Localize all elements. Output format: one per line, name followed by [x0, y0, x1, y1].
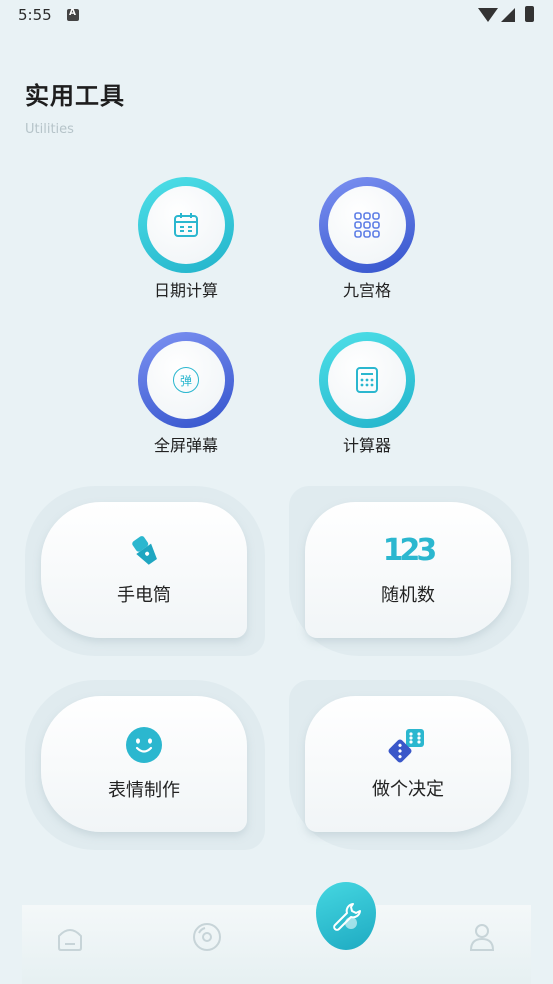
- tool-label: 全屏弹幕: [153, 436, 218, 455]
- tool-ring: [319, 332, 415, 428]
- tool-label: 日期计算: [153, 281, 218, 300]
- battery-icon: [525, 6, 534, 22]
- status-time: 5:55: [18, 6, 52, 24]
- tool-label: 九宫格: [342, 281, 391, 300]
- card-body: 手电筒: [41, 502, 247, 638]
- nav-disc[interactable]: [187, 917, 227, 957]
- tool-danmaku[interactable]: 弹 全屏弹幕: [126, 332, 246, 456]
- notification-icon: [67, 8, 79, 21]
- grid-icon: [354, 212, 380, 238]
- page-subtitle: Utilities: [25, 122, 74, 137]
- screen: 5:55 实用工具 Utilities 日期计算: [0, 0, 553, 984]
- flashlight-icon: [132, 536, 157, 565]
- tool-ring-inner: [328, 341, 406, 419]
- card-emoji-maker[interactable]: 表情制作: [25, 680, 265, 850]
- nav-profile[interactable]: [462, 917, 502, 957]
- card-flashlight[interactable]: 手电筒: [25, 486, 265, 656]
- card-label: 表情制作: [108, 780, 180, 801]
- tools-icon: [333, 903, 361, 931]
- tool-ring: [138, 177, 234, 273]
- tool-date-calc[interactable]: 日期计算: [126, 177, 246, 301]
- tool-calculator[interactable]: 计算器: [307, 332, 427, 456]
- card-body: 123 随机数: [305, 502, 511, 638]
- calculator-icon: [356, 367, 378, 393]
- dice-icon: [388, 729, 424, 763]
- tool-ring-inner: [328, 186, 406, 264]
- smiley-icon: [126, 727, 162, 763]
- danmaku-icon: 弹: [173, 367, 199, 393]
- page-title: 实用工具: [25, 82, 125, 110]
- wifi-icon: [478, 8, 498, 22]
- numbers-icon: 123: [382, 533, 438, 568]
- home-icon: [58, 929, 82, 951]
- tool-label: 计算器: [342, 436, 391, 455]
- card-body: 表情制作: [41, 696, 247, 832]
- status-bar: 5:55: [0, 0, 553, 32]
- tool-ring-inner: 弹: [147, 341, 225, 419]
- danmaku-icon-text: 弹: [179, 373, 192, 388]
- nav-home[interactable]: [50, 917, 90, 957]
- tool-ring: [319, 177, 415, 273]
- card-decision[interactable]: 做个决定: [289, 680, 529, 850]
- profile-icon: [469, 924, 495, 951]
- card-label: 做个决定: [372, 779, 444, 800]
- signal-icon: [501, 8, 515, 22]
- card-label: 随机数: [381, 585, 435, 606]
- tool-grid[interactable]: 九宫格: [307, 177, 427, 301]
- card-label: 手电筒: [117, 585, 171, 606]
- bottom-nav: [22, 905, 531, 984]
- tool-ring: 弹: [138, 332, 234, 428]
- disc-icon: [193, 923, 221, 951]
- tool-ring-inner: [147, 186, 225, 264]
- card-random-number[interactable]: 123 随机数: [289, 486, 529, 656]
- calendar-icon: [174, 213, 198, 237]
- card-body: 做个决定: [305, 696, 511, 832]
